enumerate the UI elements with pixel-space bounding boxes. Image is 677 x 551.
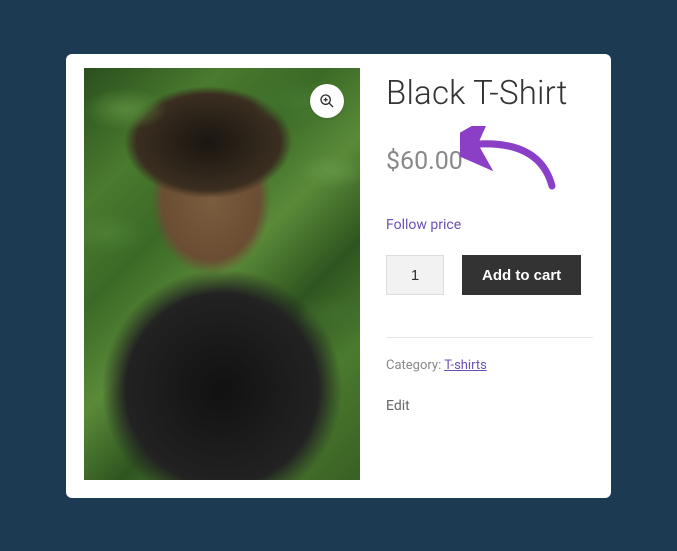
divider [386, 337, 593, 338]
cart-row: Add to cart [386, 255, 593, 295]
product-title: Black T-Shirt [386, 74, 593, 114]
add-to-cart-button[interactable]: Add to cart [462, 255, 581, 295]
category-label: Category: [386, 358, 444, 373]
zoom-icon[interactable] [310, 84, 344, 118]
edit-link[interactable]: Edit [386, 398, 410, 414]
product-details: Black T-Shirt $60.00 Follow price Add to… [386, 68, 593, 480]
follow-price-link[interactable]: Follow price [386, 217, 461, 233]
category-link[interactable]: T-shirts [444, 358, 487, 373]
product-image-column [84, 68, 360, 480]
product-image[interactable] [84, 68, 360, 480]
product-price: $60.00 [386, 147, 593, 176]
quantity-input[interactable] [386, 255, 444, 295]
product-card: Black T-Shirt $60.00 Follow price Add to… [66, 54, 611, 498]
category-row: Category: T-shirts [386, 358, 593, 373]
